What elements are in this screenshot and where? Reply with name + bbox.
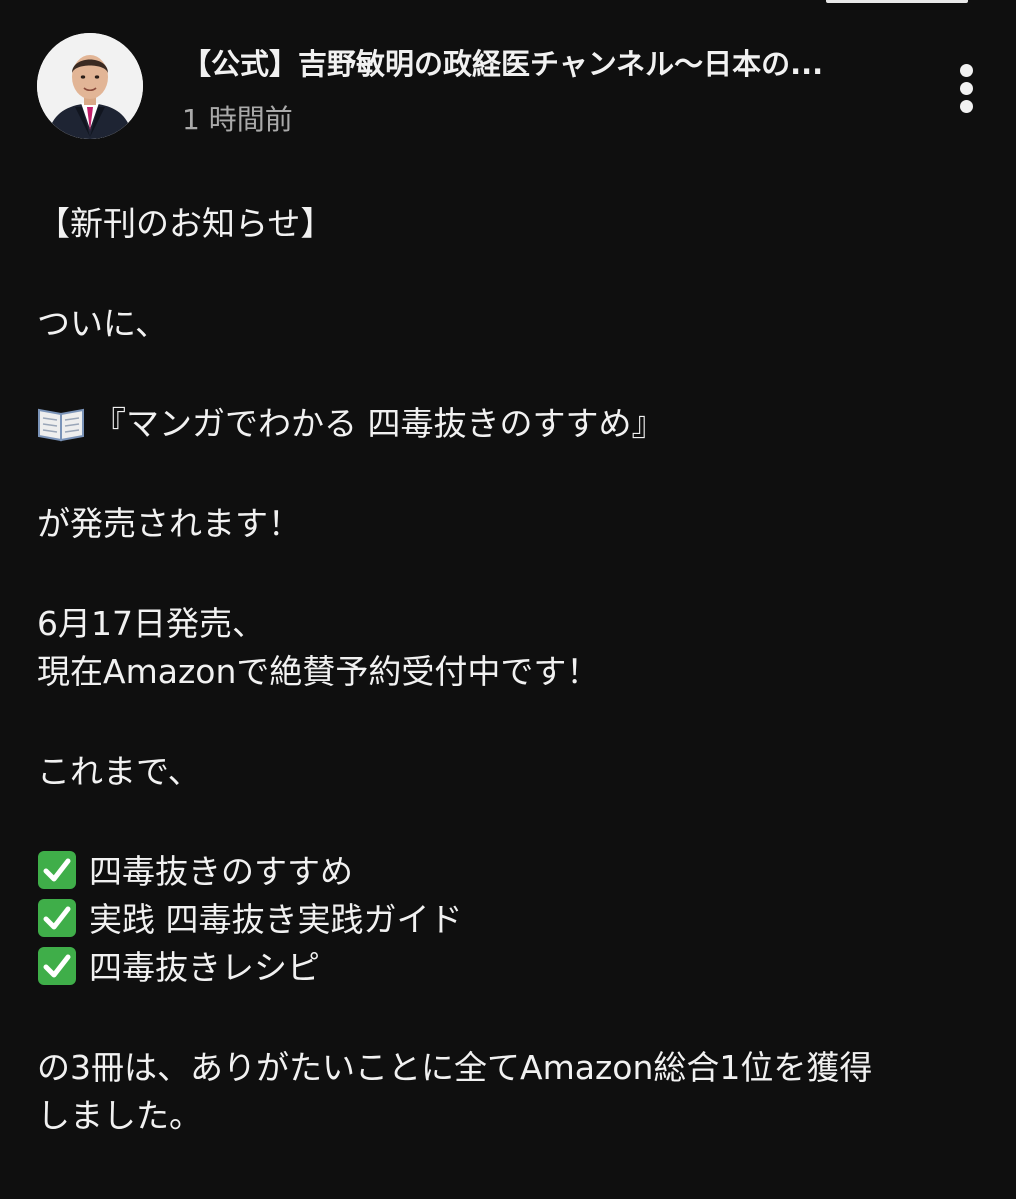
post-heading: 【新刊のお知らせ】 [37,200,987,248]
more-vert-icon [960,64,973,77]
post-body: 【新刊のお知らせ】 ついに、 『マンガでわかる 四毒抜きのすすめ』 が発売されま… [37,200,987,1140]
closing-paragraph: の3冊は、ありがたいことに全てAmazon総合1位を獲得 しました。 [37,1044,987,1140]
channel-name[interactable]: 【公式】吉野敏明の政経医チャンネル〜日本の... [182,40,902,88]
body-text: これまで、 [37,752,201,791]
list-item: 四毒抜きレシピ [37,944,987,992]
list-item-text: 実践 四毒抜き実践ガイド [89,900,463,939]
check-mark-button-icon [38,899,76,937]
avatar-photo [37,33,143,139]
channel-avatar[interactable] [37,33,143,139]
post-paragraph: が発売されます！ [37,500,987,548]
more-vert-icon-dot [960,100,973,113]
closing-text: の3冊は、ありがたいことに全てAmazon総合1位を獲得 [37,1048,873,1087]
check-mark-button-icon [38,947,76,985]
book-title-line: 『マンガでわかる 四毒抜きのすすめ』 [37,400,987,448]
check-mark-button-icon [38,851,76,889]
more-options-button[interactable] [943,60,991,116]
closing-text: しました。 [37,1096,202,1135]
list-item: 実践 四毒抜き実践ガイド [37,896,987,944]
list-item: 四毒抜きのすすめ [37,848,987,896]
book-list: 四毒抜きのすすめ 実践 四毒抜き実践ガイド 四毒抜きレシピ [37,848,987,992]
preorder-text: 現在Amazonで絶賛予約受付中です！ [37,652,600,691]
list-item-text: 四毒抜きのすすめ [89,852,353,891]
body-text: が発売されます！ [37,504,301,543]
body-text: ついに、 [37,304,169,343]
post-paragraph: ついに、 [37,300,987,348]
more-vert-icon-dot [960,82,973,95]
list-item-text: 四毒抜きレシピ [89,948,320,987]
open-book-icon [38,408,84,442]
post-header: 【公式】吉野敏明の政経医チャンネル〜日本の... 1 時間前 [0,0,1016,160]
heading-text: 【新刊のお知らせ】 [37,204,334,243]
release-date-text: 6月17日発売、 [37,604,265,643]
release-info: 6月17日発売、 現在Amazonで絶賛予約受付中です！ [37,600,987,696]
book-title-text: 『マンガでわかる 四毒抜きのすすめ』 [93,404,665,443]
post-timestamp: 1 時間前 [182,103,293,136]
post-paragraph: これまで、 [37,748,987,796]
